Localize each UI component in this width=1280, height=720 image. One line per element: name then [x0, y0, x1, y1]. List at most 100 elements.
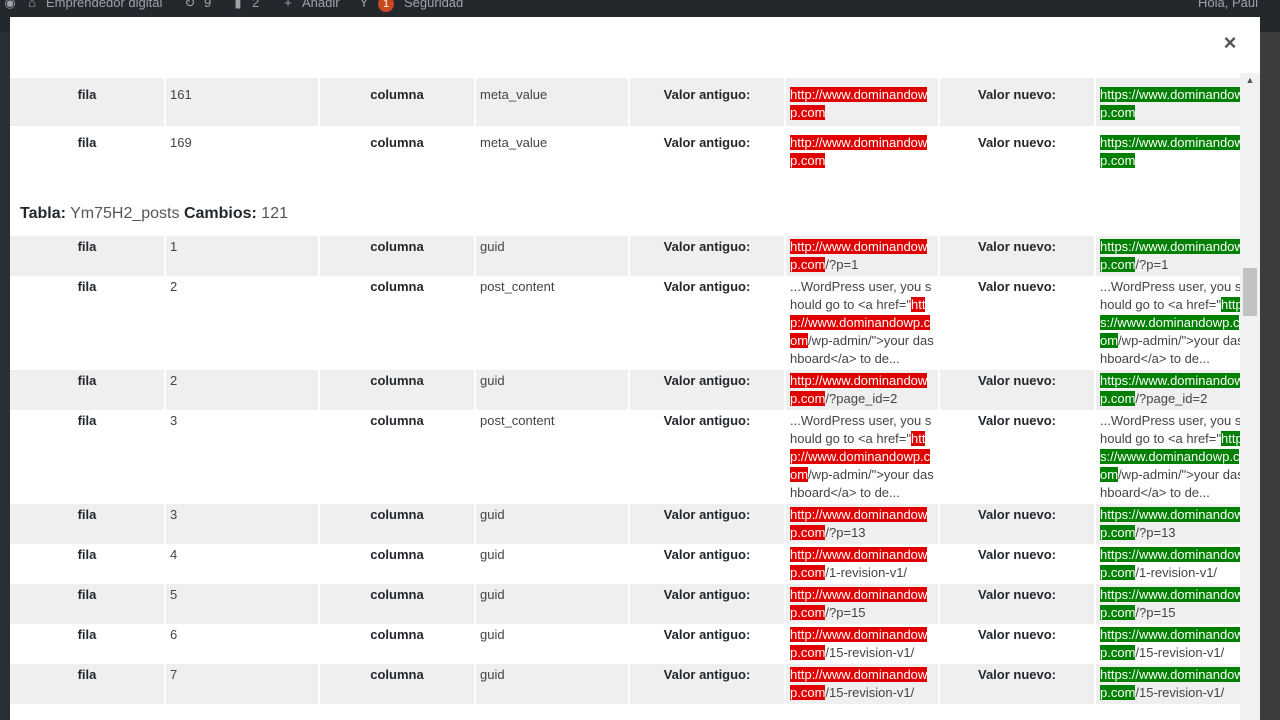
table-heading: Tabla: Ym75H2_posts Cambios: 121 — [20, 202, 1240, 226]
old-value-highlight: http://www.dominandowp.com — [790, 87, 928, 120]
changes-table-meta: fila 161 columna meta_value Valor antiguo: ht… — [10, 78, 1240, 174]
old-value: http://www.dominandowp.com/?p=1 — [785, 236, 940, 276]
admin-sidebar-edge — [0, 32, 10, 720]
greeting: Hola, Paul — [1198, 0, 1258, 10]
close-button[interactable]: × — [1218, 31, 1242, 55]
column-name: guid — [475, 664, 630, 704]
columna-label: columna — [319, 276, 476, 370]
table-row: fila 7 columna guid Valor antiguo: http://www… — [10, 664, 1240, 704]
fila-label: fila — [10, 410, 166, 504]
fila-label: fila — [10, 78, 166, 126]
row-id: 3 — [165, 504, 320, 544]
row-id: 161 — [165, 78, 320, 126]
yoast-badge: 1 — [378, 0, 394, 12]
columna-label: columna — [319, 544, 476, 584]
row-id: 2 — [165, 276, 320, 370]
column-name: guid — [475, 370, 630, 410]
new-value-label: Valor nuevo: — [939, 504, 1096, 544]
table-row: fila 161 columna meta_value Valor antiguo: ht… — [10, 78, 1240, 126]
old-value-label: Valor antiguo: — [629, 276, 786, 370]
fila-label: fila — [10, 584, 166, 624]
admin-bar-account[interactable]: Hola, Paul — [1198, 0, 1258, 13]
fila-label: fila — [10, 624, 166, 664]
columna-label: columna — [319, 236, 476, 276]
old-value: http://www.dominandowp.com/15-revision-v… — [785, 664, 940, 704]
row-id: 4 — [165, 544, 320, 584]
new-value-label: Valor nuevo: — [939, 236, 1096, 276]
new-value-highlight: https://www.dominandowp.com — [1100, 239, 1240, 272]
table-row: fila 2 columna post_content Valor antiguo:..… — [10, 276, 1240, 370]
new-value-label: Valor nuevo: — [939, 664, 1096, 704]
columna-label: columna — [319, 126, 476, 174]
column-name: guid — [475, 544, 630, 584]
new-value-suffix: /wp-admin/">your dashboard</a> to de... — [1100, 467, 1240, 500]
admin-bar-site[interactable]: ⌂ Emprendedor digital — [24, 0, 162, 13]
table-row: fila 5 columna guid Valor antiguo: http://www… — [10, 584, 1240, 624]
tabla-label: Tabla: — [20, 205, 66, 222]
new-value: https://www.dominandowp.com/?page_id=2 — [1095, 370, 1240, 410]
old-value: http://www.dominandowp.com/?p=13 — [785, 504, 940, 544]
old-value: ...WordPress user, you should go to <a h… — [785, 410, 940, 504]
updates-icon: ↻ — [184, 0, 196, 10]
new-value: https://www.dominandowp.com — [1095, 78, 1240, 126]
new-value-label: Valor nuevo: — [939, 78, 1096, 126]
new-value-label: Valor nuevo: — [939, 276, 1096, 370]
fila-label: fila — [10, 276, 166, 370]
new-value-suffix: /15-revision-v1/ — [1135, 645, 1225, 660]
row-id: 169 — [165, 126, 320, 174]
row-id: 7 — [165, 664, 320, 704]
old-value: http://www.dominandowp.com/?p=15 — [785, 584, 940, 624]
security-label: Seguridad — [404, 0, 464, 10]
old-value-label: Valor antiguo: — [629, 504, 786, 544]
new-value: https://www.dominandowp.com — [1095, 126, 1240, 174]
old-value-suffix: /wp-admin/">your dashboard</a> to de... — [790, 467, 934, 500]
new-value: ...WordPress user, you should go to <a h… — [1095, 276, 1240, 370]
cambios-count: 121 — [261, 205, 288, 222]
fila-label: fila — [10, 544, 166, 584]
table-row: fila 6 columna guid Valor antiguo: http://www… — [10, 624, 1240, 664]
scrollbar-thumb[interactable] — [1243, 268, 1257, 316]
new-value: https://www.dominandowp.com/?p=15 — [1095, 584, 1240, 624]
table-row: fila 3 columna post_content Valor antiguo:..… — [10, 410, 1240, 504]
row-id: 3 — [165, 410, 320, 504]
old-value-suffix: /wp-admin/">your dashboard</a> to de... — [790, 333, 934, 366]
old-value: http://www.dominandowp.com/15-revision-v… — [785, 624, 940, 664]
admin-bar-comments[interactable]: ▮ 2 — [230, 0, 259, 13]
new-value-highlight: https://www.dominandowp.com — [1100, 135, 1240, 168]
column-name: guid — [475, 584, 630, 624]
new-value-suffix: /1-revision-v1/ — [1135, 565, 1218, 580]
admin-bar-yoast[interactable]: Y 1 Seguridad — [356, 0, 463, 13]
admin-bar-add-new[interactable]: + Añadir — [280, 0, 339, 13]
new-value: ...WordPress user, you should go to <a h… — [1095, 410, 1240, 504]
old-value-suffix: /15-revision-v1/ — [825, 685, 915, 700]
new-value: https://www.dominandowp.com/1-revision-v… — [1095, 544, 1240, 584]
fila-label: fila — [10, 370, 166, 410]
scroll-up-arrow-icon[interactable]: ▲ — [1240, 73, 1260, 87]
new-value-suffix: /15-revision-v1/ — [1135, 685, 1225, 700]
old-value: http://www.dominandowp.com/?page_id=2 — [785, 370, 940, 410]
table-row: fila 1 columna guid Valor antiguo: http://www… — [10, 236, 1240, 276]
old-value-suffix: /?p=13 — [825, 525, 866, 540]
new-value: https://www.dominandowp.com/15-revision-… — [1095, 624, 1240, 664]
new-value-prefix: ...WordPress user, you should go to <a h… — [1100, 413, 1240, 446]
column-name: guid — [475, 504, 630, 544]
new-value-label: Valor nuevo: — [939, 126, 1096, 174]
new-value-highlight: https://www.dominandowp.com — [1100, 87, 1240, 120]
column-name: post_content — [475, 410, 630, 504]
row-id: 5 — [165, 584, 320, 624]
modal-scrollbar[interactable]: ▲ — [1240, 73, 1260, 720]
table-row: fila 169 columna meta_value Valor antiguo: ht… — [10, 126, 1240, 174]
old-value-label: Valor antiguo: — [629, 370, 786, 410]
columna-label: columna — [319, 370, 476, 410]
columna-label: columna — [319, 584, 476, 624]
old-value-highlight: http://www.dominandowp.com — [790, 239, 928, 272]
wordpress-logo-icon[interactable]: ◉ — [2, 0, 24, 13]
comments-count: 2 — [252, 0, 260, 10]
fila-label: fila — [10, 126, 166, 174]
old-value-suffix: /?page_id=2 — [825, 391, 898, 406]
new-value-suffix: /?p=15 — [1135, 605, 1176, 620]
admin-bar-updates[interactable]: ↻ 9 — [182, 0, 212, 13]
old-value-label: Valor antiguo: — [629, 410, 786, 504]
old-value: http://www.dominandowp.com — [785, 126, 940, 174]
old-value: http://www.dominandowp.com/1-revision-v1… — [785, 544, 940, 584]
